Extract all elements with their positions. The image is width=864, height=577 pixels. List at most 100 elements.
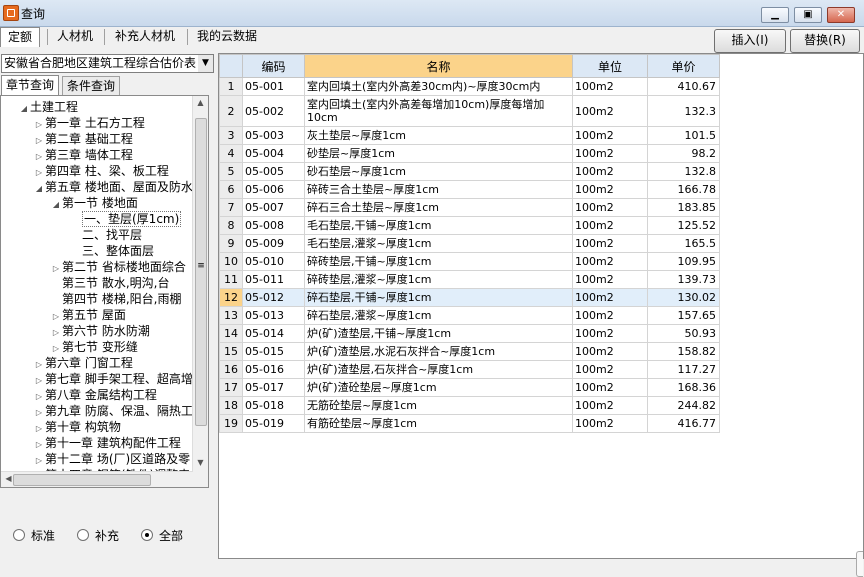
tree-node[interactable]: ◢ 第一节 楼地面 (50, 195, 138, 211)
unit-cell[interactable]: 100m2 (572, 234, 648, 253)
price-cell[interactable]: 244.82 (647, 396, 720, 415)
name-cell[interactable]: 毛石垫层,灌浆~厚度1cm (304, 234, 573, 253)
tab-materials[interactable]: 人材机 (50, 27, 100, 46)
code-cell[interactable]: 05-007 (242, 198, 305, 217)
row-number[interactable]: 10 (219, 252, 243, 271)
name-cell[interactable]: 无筋砼垫层~厚度1cm (304, 396, 573, 415)
code-cell[interactable]: 05-018 (242, 396, 305, 415)
unit-cell[interactable]: 100m2 (572, 414, 648, 433)
row-number[interactable]: 3 (219, 126, 243, 145)
table-row[interactable]: 6 05-006 碎砖三合土垫层~厚度1cm 100m2 166.78 (219, 180, 720, 199)
unit-cell[interactable]: 100m2 (572, 342, 648, 361)
price-cell[interactable]: 183.85 (647, 198, 720, 217)
tree-node[interactable]: ▷ 第十章 构筑物 (33, 419, 121, 435)
tab-cloud-data[interactable]: 我的云数据 (190, 27, 264, 46)
tree-scroll-thumb[interactable] (195, 118, 207, 426)
replace-button[interactable]: 替换(R) (790, 29, 860, 53)
code-cell[interactable]: 05-003 (242, 126, 305, 145)
column-header-code[interactable]: 编码 (242, 54, 305, 78)
name-cell[interactable]: 碎砖垫层,干铺~厚度1cm (304, 252, 573, 271)
name-cell[interactable]: 碎砖垫层,灌浆~厚度1cm (304, 270, 573, 289)
table-row[interactable]: 17 05-017 炉(矿)渣砼垫层~厚度1cm 100m2 168.36 (219, 378, 720, 397)
tab-condition-query[interactable]: 条件查询 (62, 76, 121, 96)
row-number[interactable]: 1 (219, 77, 243, 96)
tree-node[interactable]: ◢ 第五章 楼地面、屋面及防水 (33, 179, 193, 195)
name-cell[interactable]: 室内回填土(室内外高差每增加10cm)厚度每增加10cm (304, 95, 573, 127)
code-cell[interactable]: 05-019 (242, 414, 305, 433)
tree-node[interactable]: ▷ 第五节 屋面 (50, 307, 126, 323)
price-cell[interactable]: 98.2 (647, 144, 720, 163)
column-header-price[interactable]: 单价 (647, 54, 720, 78)
close-button[interactable]: ✕ (827, 7, 855, 23)
name-cell[interactable]: 砂垫层~厚度1cm (304, 144, 573, 163)
table-row[interactable]: 19 05-019 有筋砼垫层~厚度1cm 100m2 416.77 (219, 414, 720, 433)
filter-supplement[interactable]: 补充 (77, 528, 119, 544)
table-row[interactable]: 13 05-013 碎石垫层,灌浆~厚度1cm 100m2 157.65 (219, 306, 720, 325)
table-row[interactable]: 16 05-016 炉(矿)渣垫层,石灰拌合~厚度1cm 100m2 117.27 (219, 360, 720, 379)
row-number[interactable]: 19 (219, 414, 243, 433)
column-header-unit[interactable]: 单位 (572, 54, 648, 78)
code-cell[interactable]: 05-002 (242, 95, 305, 127)
price-cell[interactable]: 101.5 (647, 126, 720, 145)
tree-node[interactable]: ▷ 第十二章 场(厂)区道路及零 (33, 451, 190, 467)
price-cell[interactable]: 109.95 (647, 252, 720, 271)
name-cell[interactable]: 室内回填土(室内外高差30cm内)~厚度30cm内 (304, 77, 573, 96)
row-number[interactable]: 4 (219, 144, 243, 163)
row-number[interactable]: 13 (219, 306, 243, 325)
row-number[interactable]: 14 (219, 324, 243, 343)
price-cell[interactable]: 117.27 (647, 360, 720, 379)
name-cell[interactable]: 毛石垫层,干铺~厚度1cm (304, 216, 573, 235)
price-cell[interactable]: 166.78 (647, 180, 720, 199)
unit-cell[interactable]: 100m2 (572, 306, 648, 325)
insert-button[interactable]: 插入(I) (714, 29, 786, 53)
price-cell[interactable]: 125.52 (647, 216, 720, 235)
radio-all-icon[interactable] (141, 529, 153, 541)
side-panel-handle[interactable] (856, 551, 863, 577)
maximize-button[interactable]: ▣ (794, 7, 822, 23)
table-row[interactable]: 10 05-010 碎砖垫层,干铺~厚度1cm 100m2 109.95 (219, 252, 720, 271)
price-cell[interactable]: 165.5 (647, 234, 720, 253)
tree-node[interactable]: ▷ 第八章 金属结构工程 (33, 387, 157, 403)
price-cell[interactable]: 50.93 (647, 324, 720, 343)
unit-cell[interactable]: 100m2 (572, 198, 648, 217)
name-cell[interactable]: 碎砖三合土垫层~厚度1cm (304, 180, 573, 199)
unit-cell[interactable]: 100m2 (572, 324, 648, 343)
table-row[interactable]: 15 05-015 炉(矿)渣垫层,水泥石灰拌合~厚度1cm 100m2 158.82 (219, 342, 720, 361)
tree-node[interactable]: ▷ 第七节 变形缝 (50, 339, 138, 355)
tree-node[interactable]: 二、找平层 (70, 227, 142, 243)
tree-node[interactable]: ▷ 第三章 墙体工程 (33, 147, 133, 163)
name-cell[interactable]: 灰土垫层~厚度1cm (304, 126, 573, 145)
unit-cell[interactable]: 100m2 (572, 126, 648, 145)
price-cell[interactable]: 410.67 (647, 77, 720, 96)
tree-node[interactable]: 第三节 散水,明沟,台 (50, 275, 169, 291)
chevron-down-icon[interactable]: ▼ (198, 55, 213, 72)
library-select[interactable]: 安徽省合肥地区建筑工程综合估价表 ▼ (1, 54, 214, 73)
tree-node[interactable]: ▷ 第六章 门窗工程 (33, 355, 133, 371)
row-number[interactable]: 18 (219, 396, 243, 415)
table-row[interactable]: 1 05-001 室内回填土(室内外高差30cm内)~厚度30cm内 100m2 410… (219, 77, 720, 96)
code-cell[interactable]: 05-008 (242, 216, 305, 235)
tree-node[interactable]: 一、垫层(厚1cm) (70, 211, 182, 227)
unit-cell[interactable]: 100m2 (572, 216, 648, 235)
tree-node[interactable]: 三、整体面层 (70, 243, 154, 259)
name-cell[interactable]: 碎石垫层,灌浆~厚度1cm (304, 306, 573, 325)
code-cell[interactable]: 05-011 (242, 270, 305, 289)
row-number[interactable]: 2 (219, 95, 243, 127)
unit-cell[interactable]: 100m2 (572, 396, 648, 415)
code-cell[interactable]: 05-016 (242, 360, 305, 379)
table-row[interactable]: 4 05-004 砂垫层~厚度1cm 100m2 98.2 (219, 144, 720, 163)
table-row[interactable]: 3 05-003 灰土垫层~厚度1cm 100m2 101.5 (219, 126, 720, 145)
table-row[interactable]: 9 05-009 毛石垫层,灌浆~厚度1cm 100m2 165.5 (219, 234, 720, 253)
name-cell[interactable]: 碎石垫层,干铺~厚度1cm (304, 288, 573, 307)
unit-cell[interactable]: 100m2 (572, 288, 648, 307)
unit-cell[interactable]: 100m2 (572, 162, 648, 181)
code-cell[interactable]: 05-015 (242, 342, 305, 361)
row-number[interactable]: 16 (219, 360, 243, 379)
tab-quota[interactable]: 定额 (0, 27, 41, 47)
name-cell[interactable]: 有筋砼垫层~厚度1cm (304, 414, 573, 433)
unit-cell[interactable]: 100m2 (572, 270, 648, 289)
price-cell[interactable]: 416.77 (647, 414, 720, 433)
tree-node[interactable]: ▷ 第一章 土石方工程 (33, 115, 145, 131)
scroll-down-icon[interactable]: ▼ (193, 458, 208, 467)
tree-node[interactable]: ▷ 第二节 省标楼地面综合 (50, 259, 186, 275)
